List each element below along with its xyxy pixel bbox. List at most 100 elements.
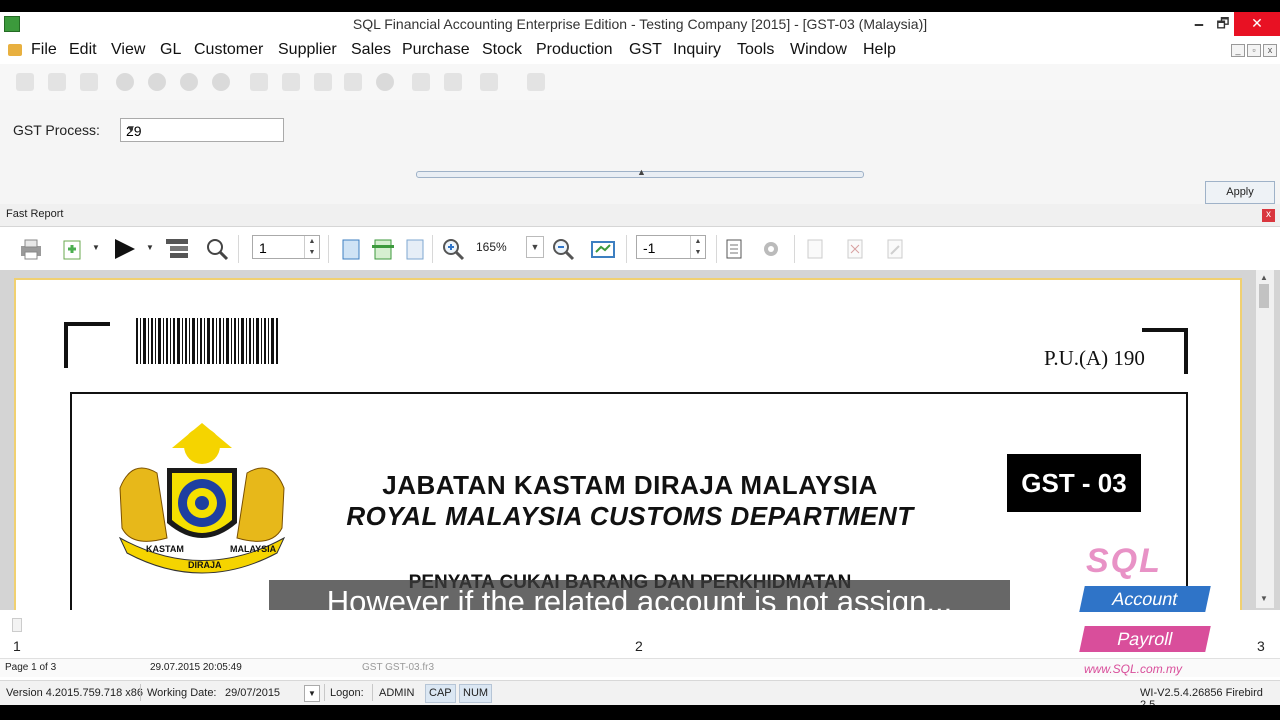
main-toolbar: [0, 64, 1280, 101]
scroll-thumb[interactable]: [1259, 284, 1269, 308]
caret-down-icon[interactable]: ▼: [146, 243, 154, 252]
offset-value: -1: [643, 240, 656, 256]
tab-fast-report[interactable]: Fast Report: [6, 208, 63, 220]
scroll-thumb[interactable]: [12, 618, 22, 632]
menu-purchase[interactable]: Purchase: [402, 41, 470, 59]
crest-text-left: KASTAM: [146, 544, 184, 554]
mdi-minimize-button[interactable]: _: [1231, 44, 1245, 57]
menu-view[interactable]: View: [111, 41, 145, 59]
zoom-level: 165%: [476, 240, 507, 254]
working-date-value[interactable]: 29/07/2015: [225, 687, 280, 699]
registration-mark: [64, 322, 110, 368]
single-page-icon[interactable]: [338, 237, 364, 261]
num-lock-indicator: NUM: [459, 684, 493, 703]
status-separator: [140, 684, 141, 701]
find-icon[interactable]: [204, 237, 230, 261]
menu-production[interactable]: Production: [536, 41, 613, 59]
mdi-close-button[interactable]: x: [1263, 44, 1277, 57]
find-icon[interactable]: [412, 73, 430, 91]
new-document-icon[interactable]: [250, 73, 268, 91]
edit-page-icon[interactable]: [882, 237, 908, 261]
scroll-up-icon[interactable]: ▲: [1260, 273, 1268, 282]
whole-page-icon[interactable]: [402, 237, 428, 261]
watermark-account: Account: [1079, 586, 1211, 612]
mdi-restore-button[interactable]: ▫: [1247, 44, 1261, 57]
copy-icon[interactable]: [48, 73, 66, 91]
logon-user: ADMIN: [379, 687, 415, 699]
sql-watermark-logo: SQL Account Payroll www.SQL.com.my: [1072, 540, 1222, 680]
vertical-scrollbar[interactable]: ▲ ▼: [1256, 270, 1274, 608]
panel-splitter[interactable]: ▲: [416, 167, 864, 178]
export-icon[interactable]: [60, 237, 86, 261]
page-spin-buttons[interactable]: ▲ ▼: [304, 236, 319, 258]
page-number-1: 1: [13, 638, 21, 654]
barcode: [136, 318, 278, 364]
toolbar-separator: [238, 235, 239, 263]
page-setup-icon[interactable]: [722, 237, 748, 261]
toolbar-separator: [716, 235, 717, 263]
settings-icon[interactable]: [758, 237, 784, 261]
caps-lock-indicator: CAP: [425, 684, 456, 703]
print-icon[interactable]: [18, 237, 44, 261]
next-record-icon[interactable]: [180, 73, 198, 91]
play-icon[interactable]: [112, 237, 138, 261]
scroll-down-icon[interactable]: ▼: [1260, 594, 1268, 603]
zoom-out-icon[interactable]: [550, 237, 576, 261]
logon-label: Logon:: [330, 687, 364, 699]
menu-file[interactable]: File: [31, 41, 57, 59]
chevron-up-icon: ▲: [637, 167, 646, 177]
report-timestamp: 29.07.2015 20:05:49: [150, 662, 242, 673]
toolbar-separator: [328, 235, 329, 263]
refresh-icon[interactable]: [444, 73, 462, 91]
menu-sales[interactable]: Sales: [351, 41, 391, 59]
fit-page-icon[interactable]: [590, 237, 616, 261]
page-number-3: 3: [1257, 638, 1265, 654]
zoom-dropdown[interactable]: ▼: [526, 236, 544, 258]
apply-button[interactable]: Apply: [1205, 181, 1275, 204]
version-info: Version 4.2015.759.718 x86: [6, 687, 144, 699]
title-bar: SQL Financial Accounting Enterprise Edit…: [0, 12, 1280, 36]
delete-icon[interactable]: [314, 73, 332, 91]
window-title: SQL Financial Accounting Enterprise Edit…: [352, 16, 928, 32]
menu-window[interactable]: Window: [790, 41, 847, 59]
menu-bar: File Edit View GL Customer Supplier Sale…: [0, 36, 1280, 64]
menu-help[interactable]: Help: [863, 41, 896, 59]
offset-input[interactable]: -1 ▲ ▼: [636, 235, 706, 259]
page-width-icon[interactable]: [370, 237, 396, 261]
status-separator: [372, 684, 373, 701]
last-record-icon[interactable]: [212, 73, 230, 91]
registration-mark: [1142, 328, 1188, 374]
preview-icon[interactable]: [527, 73, 545, 91]
date-dropdown-button[interactable]: ▼: [304, 685, 320, 702]
offset-spin-buttons[interactable]: ▲ ▼: [690, 236, 705, 258]
crest-text-right: MALAYSIA: [230, 544, 277, 554]
menu-gst[interactable]: GST: [629, 41, 662, 59]
menu-inquiry[interactable]: Inquiry: [673, 41, 721, 59]
menu-supplier[interactable]: Supplier: [278, 41, 337, 59]
menu-stock[interactable]: Stock: [482, 41, 522, 59]
gst-process-label: GST Process:: [13, 122, 100, 138]
page-number-input[interactable]: 1 ▲ ▼: [252, 235, 320, 259]
caret-down-icon[interactable]: ▼: [92, 243, 100, 252]
cancel-icon[interactable]: [376, 73, 394, 91]
cut-icon[interactable]: [16, 73, 34, 91]
menu-gl[interactable]: GL: [160, 41, 181, 59]
menu-customer[interactable]: Customer: [194, 41, 263, 59]
menu-edit[interactable]: Edit: [69, 41, 97, 59]
toolbar-separator: [432, 235, 433, 263]
print-icon[interactable]: [480, 73, 498, 91]
close-button[interactable]: ✕: [1234, 12, 1280, 36]
save-icon[interactable]: [344, 73, 362, 91]
delete-page-icon[interactable]: [842, 237, 868, 261]
close-report-button[interactable]: x: [1262, 209, 1275, 222]
edit-document-icon[interactable]: [282, 73, 300, 91]
status-separator: [324, 684, 325, 701]
new-page-icon[interactable]: [802, 237, 828, 261]
first-record-icon[interactable]: [116, 73, 134, 91]
gst-process-select[interactable]: 29 ▼: [120, 118, 284, 142]
previous-record-icon[interactable]: [148, 73, 166, 91]
menu-tools[interactable]: Tools: [737, 41, 774, 59]
outline-icon[interactable]: [164, 237, 190, 261]
paste-icon[interactable]: [80, 73, 98, 91]
zoom-in-icon[interactable]: [440, 237, 466, 261]
